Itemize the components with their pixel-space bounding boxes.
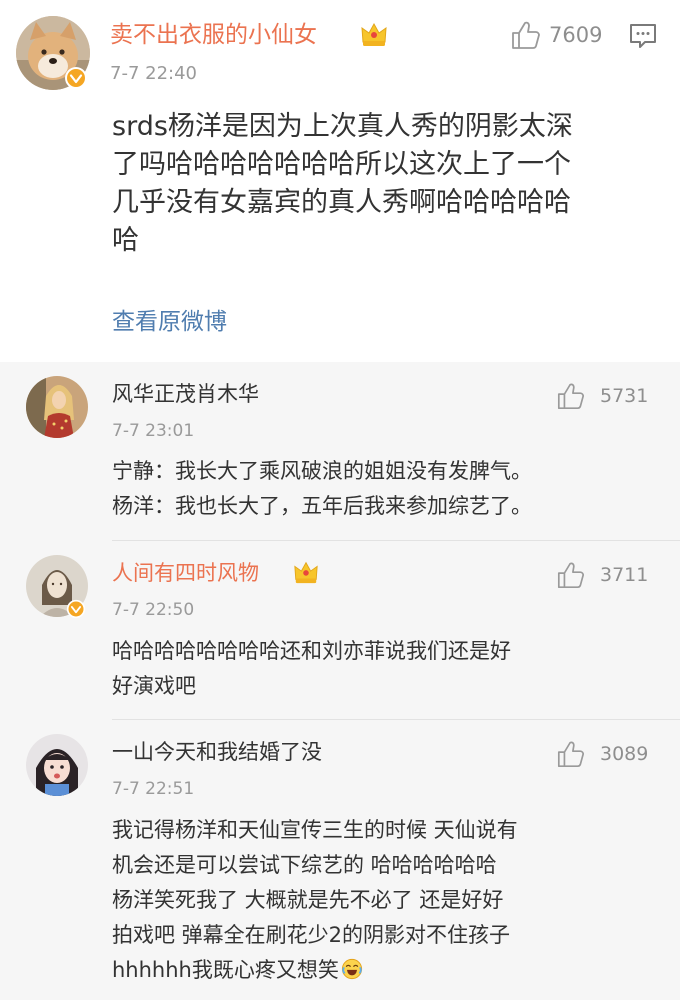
comment-text-line: 宁静：我长大了乘风破浪的姐姐没有发脾气。	[112, 459, 532, 483]
comment-text-line: 哈哈哈哈哈哈哈哈还和刘亦菲说我们还是好	[112, 639, 511, 663]
comment-time: 7-7 22:50	[112, 600, 195, 620]
comment-text-line: 几乎没有女嘉宾的真人秀啊哈哈哈哈哈	[112, 187, 571, 218]
comment-text-line: hhhhhh我既心疼又想笑	[112, 958, 339, 982]
comment-text: srds杨洋是因为上次真人秀的阴影太深 了吗哈哈哈哈哈哈哈所以这次上了一个 几乎…	[112, 108, 652, 260]
thumbs-up-icon[interactable]	[556, 739, 586, 769]
replies-list: 风华正茂肖木华 7-7 23:01 5731 宁静：我长大了乘风破浪的姐姐没有发…	[0, 362, 680, 1000]
comment-time: 7-7 22:40	[110, 63, 197, 84]
comment-text: 我记得杨洋和天仙宣传三生的时候 天仙说有 机会还是可以尝试下综艺的 哈哈哈哈哈哈…	[112, 813, 672, 988]
comment-text-line: 了吗哈哈哈哈哈哈哈所以这次上了一个	[112, 149, 571, 180]
comment-text-line-last: hhhhhh我既心疼又想笑	[112, 953, 672, 988]
crown-icon[interactable]	[359, 20, 389, 48]
divider	[112, 719, 680, 720]
user-name[interactable]: 人间有四时风物	[112, 558, 259, 588]
user-name[interactable]: 卖不出衣服的小仙女	[110, 18, 317, 52]
comment-text-line: 我记得杨洋和天仙宣传三生的时候 天仙说有	[112, 818, 518, 842]
avatar[interactable]	[26, 734, 88, 796]
comment-text: 宁静：我长大了乘风破浪的姐姐没有发脾气。 杨洋：我也长大了，五年后我来参加综艺了…	[112, 454, 672, 524]
verified-badge-icon	[65, 67, 87, 89]
like-count: 3089	[600, 743, 649, 765]
verified-badge-icon	[66, 599, 86, 619]
user-name[interactable]: 风华正茂肖木华	[112, 379, 259, 409]
divider	[112, 540, 680, 541]
comment-text-line: 好演戏吧	[112, 674, 196, 698]
comment-time: 7-7 22:51	[112, 779, 195, 799]
like-count: 7609	[549, 23, 603, 47]
comment-text-line: 杨洋笑死我了 大概就是先不必了 还是好好	[112, 888, 504, 912]
woman-avatar-image	[26, 376, 88, 438]
comment-text-line: 哈	[112, 225, 139, 256]
crown-icon[interactable]	[292, 559, 320, 585]
main-comment: 卖不出衣服的小仙女 7-7 22:40 7609 srds杨洋是因为上次真人秀的…	[0, 0, 680, 362]
comment-text-line: srds杨洋是因为上次真人秀的阴影太深	[112, 111, 573, 142]
comment-text: 哈哈哈哈哈哈哈哈还和刘亦菲说我们还是好 好演戏吧	[112, 634, 672, 704]
user-name[interactable]: 一山今天和我结婚了没	[112, 737, 322, 767]
thumbs-up-icon[interactable]	[510, 19, 542, 51]
comment-text-line: 拍戏吧 弹幕全在刷花少2的阴影对不住孩子	[112, 923, 511, 947]
comment-text-line: 机会还是可以尝试下综艺的 哈哈哈哈哈哈	[112, 853, 497, 877]
thumbs-up-icon[interactable]	[556, 560, 586, 590]
girl-avatar-image	[26, 734, 88, 796]
like-count: 3711	[600, 564, 649, 586]
view-original-link[interactable]: 查看原微博	[112, 305, 227, 339]
avatar[interactable]	[26, 376, 88, 438]
like-count: 5731	[600, 385, 649, 407]
comment-icon[interactable]	[628, 22, 658, 50]
comment-text-line: 杨洋：我也长大了，五年后我来参加综艺了。	[112, 494, 532, 518]
laugh-cry-emoji-icon	[341, 958, 362, 980]
thumbs-up-icon[interactable]	[556, 381, 586, 411]
comment-time: 7-7 23:01	[112, 421, 195, 441]
